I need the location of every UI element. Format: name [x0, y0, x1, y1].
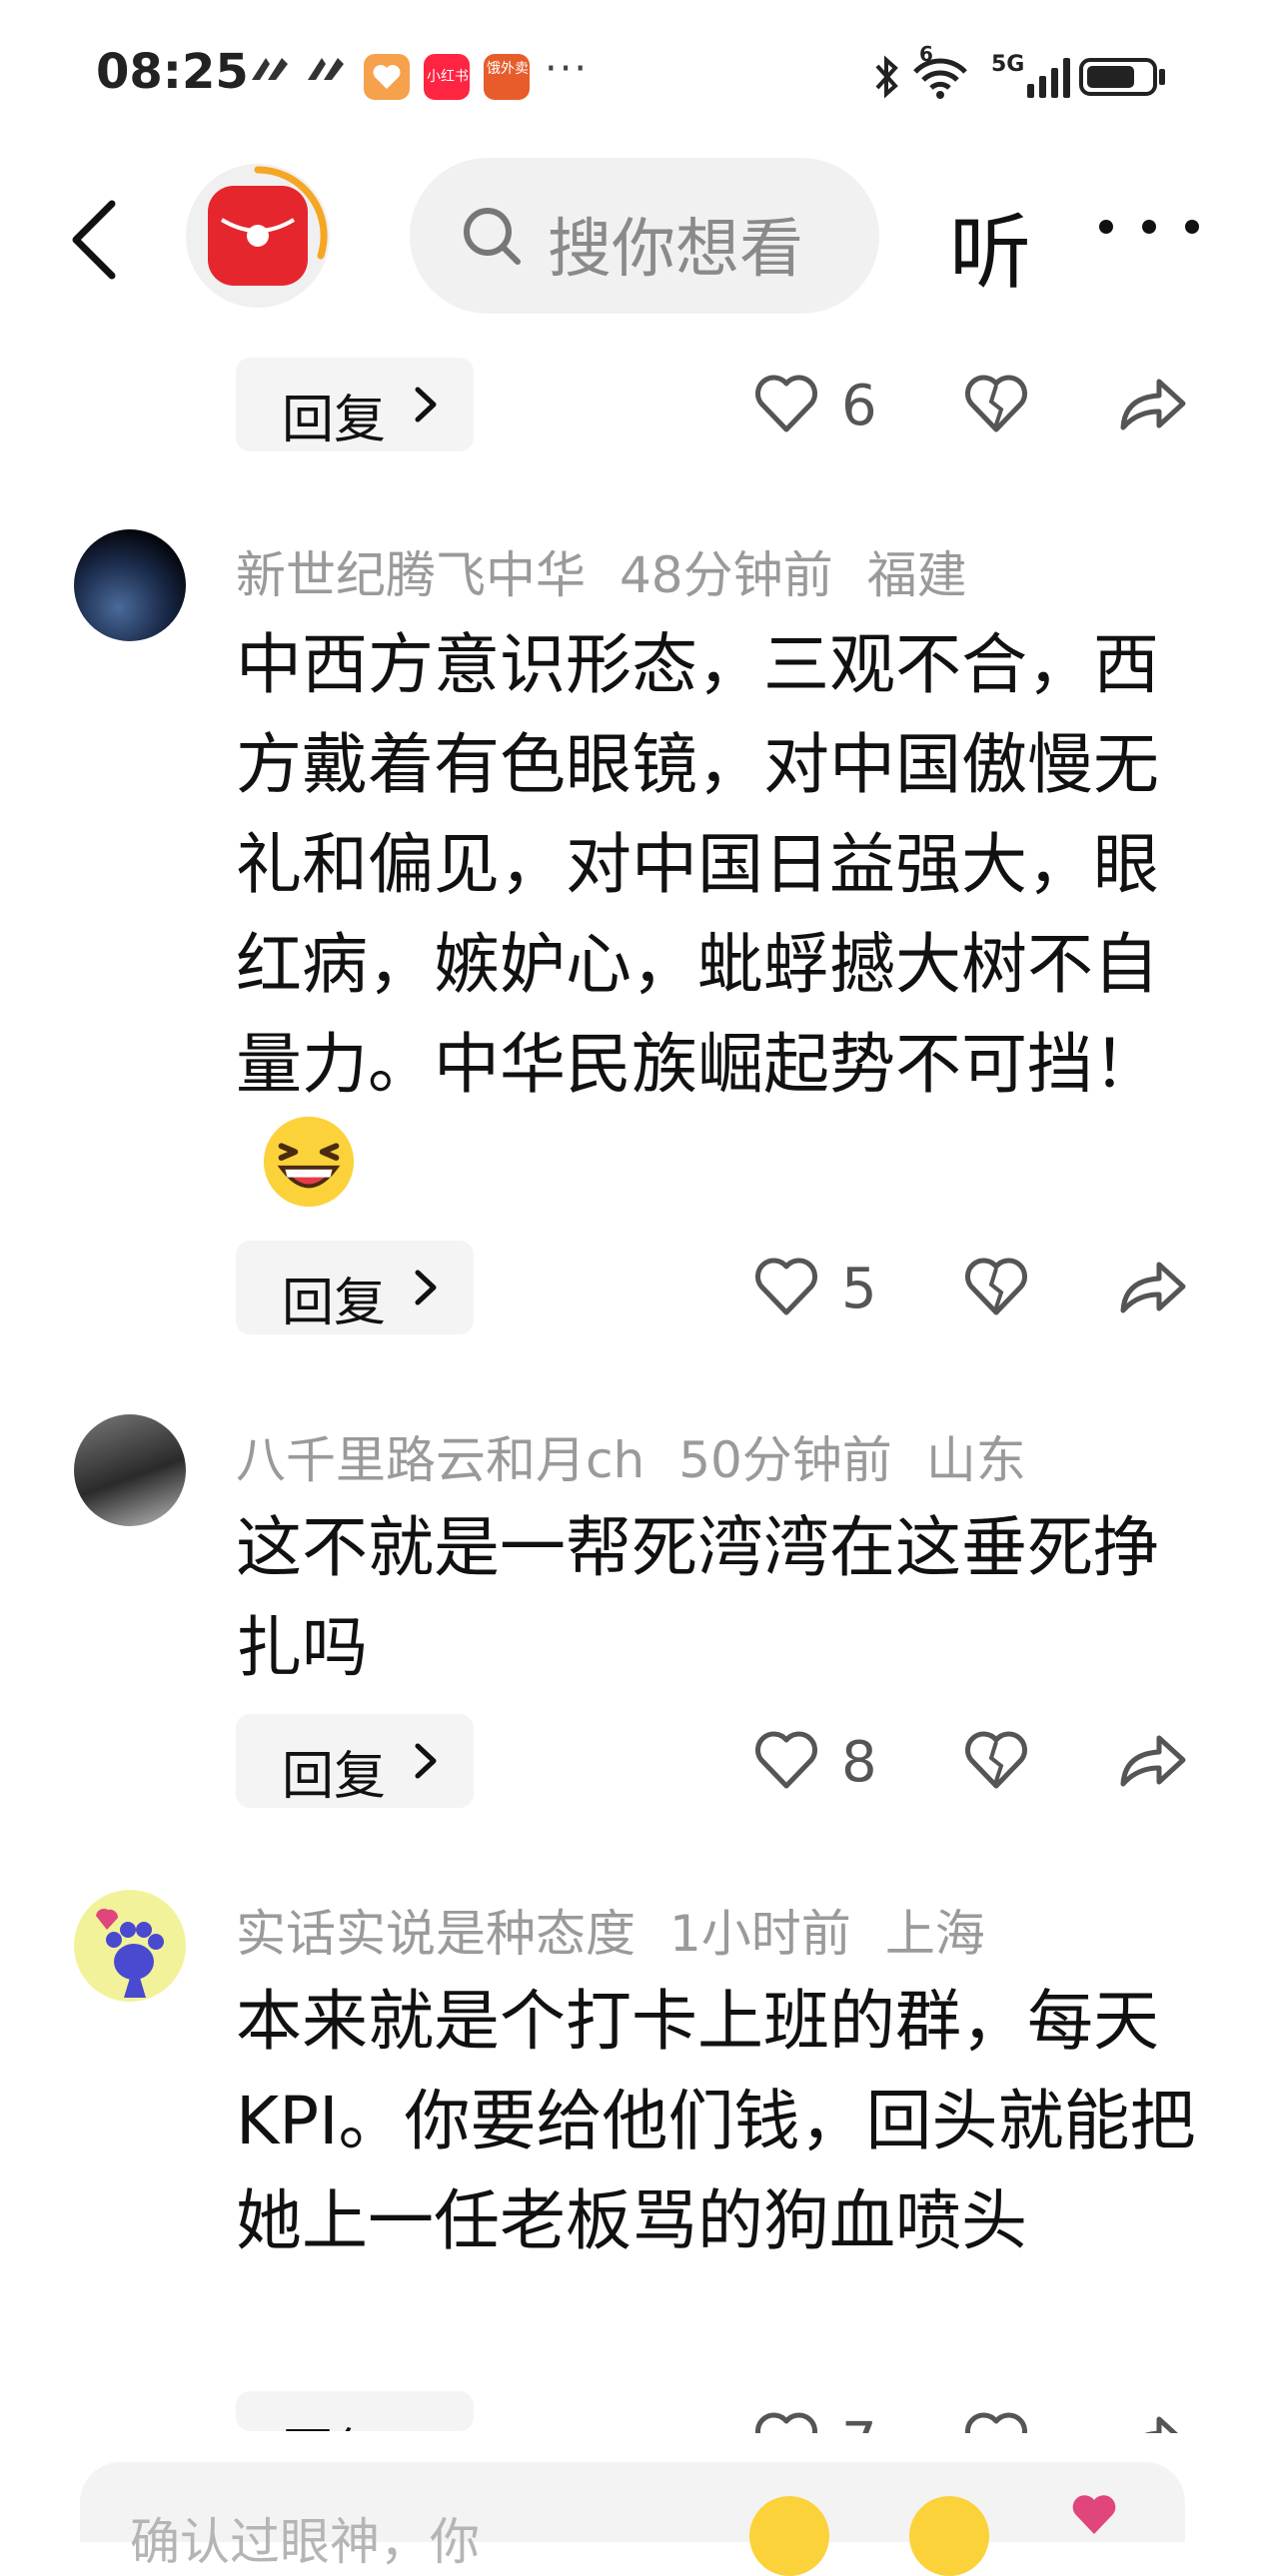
share-arrow-icon: [1144, 2416, 1178, 2433]
heart-icon: [755, 1731, 817, 1789]
heart-icon: [755, 2412, 817, 2433]
takeout-app-icon: 饿外卖: [484, 54, 530, 100]
avatar[interactable]: [74, 1890, 186, 2002]
share-button[interactable]: [1115, 1243, 1197, 1332]
reply-label: 回复: [282, 1274, 387, 1333]
avatar[interactable]: [74, 1414, 186, 1526]
heart-icon: [755, 375, 817, 432]
reply-button[interactable]: 回复: [236, 1714, 474, 1808]
status-bar: 08:25 小红书 饿外卖 ··· 6 5G: [0, 0, 1263, 150]
username[interactable]: 实话实说是种态度: [236, 1905, 635, 1963]
app-badge-label: 小红书: [427, 69, 469, 85]
battery-fill: [1087, 66, 1134, 88]
dislike-button[interactable]: [957, 360, 1037, 449]
comment-time: 48分钟前: [620, 546, 833, 604]
share-button[interactable]: [1115, 1716, 1197, 1806]
broken-heart-icon: [965, 2412, 1027, 2433]
comment-meta: 新世纪腾飞中华 48分钟前 福建: [236, 535, 967, 607]
comment-location: 福建: [866, 546, 967, 604]
comment-input-placeholder: 确认过眼神，你: [130, 2513, 480, 2571]
avatar[interactable]: [74, 529, 186, 641]
paw-icon: [96, 1908, 164, 1998]
chevron-right-icon: [415, 387, 437, 423]
broken-heart-icon: [965, 1258, 1027, 1315]
emoji-laugh-icon[interactable]: [749, 2496, 829, 2576]
broken-heart-icon: [965, 375, 1027, 432]
like-count: 5: [841, 1257, 877, 1321]
share-arrow-icon: [1120, 379, 1186, 430]
comment-location: 上海: [884, 1905, 985, 1963]
heart-emoji-icon[interactable]: [1069, 2490, 1119, 2540]
red-packet-button[interactable]: [186, 164, 330, 308]
search-bar[interactable]: 搜你想看: [410, 158, 879, 314]
red-packet-icon: [208, 186, 308, 286]
network-type: 5G: [991, 52, 1025, 77]
heart-icon: [755, 1258, 817, 1315]
comment-body: 中西方意识形态，三观不合，西方戴着有色眼镜，对中国傲慢无礼和偏见，对中国日益强大…: [236, 626, 1159, 1103]
share-arrow-icon: [1120, 1262, 1186, 1313]
share-button[interactable]: [1115, 2397, 1197, 2433]
share-button[interactable]: [1115, 360, 1197, 449]
emoji-cry-icon[interactable]: [909, 2496, 989, 2576]
app-badge-label: 饿外卖: [487, 61, 529, 77]
comment-meta: 实话实说是种态度 1小时前 上海: [236, 1894, 985, 1966]
dislike-button[interactable]: [957, 2397, 1037, 2433]
like-count: 8: [841, 1730, 877, 1795]
status-more: ···: [545, 46, 590, 92]
reply-button[interactable]: 回复: [236, 1241, 474, 1334]
username[interactable]: 八千里路云和月ch: [236, 1431, 644, 1489]
dislike-button[interactable]: [957, 1243, 1037, 1332]
back-button[interactable]: [60, 190, 140, 290]
like-button[interactable]: 5: [753, 1243, 903, 1332]
dislike-button[interactable]: [957, 1716, 1037, 1806]
top-nav: 搜你想看 听: [0, 150, 1263, 330]
comment-input[interactable]: 确认过眼神，你: [80, 2462, 1185, 2576]
comment-text: 中西方意识形态，三观不合，西方戴着有色眼镜，对中国傲慢无礼和偏见，对中国日益强大…: [236, 615, 1205, 1215]
battery-icon: [1079, 58, 1157, 96]
notification-icon: [248, 50, 292, 100]
wifi-label: 6: [919, 42, 933, 66]
xiaohongshu-app-icon: 小红书: [424, 54, 470, 100]
search-placeholder: 搜你想看: [548, 213, 803, 287]
battery-tip: [1159, 69, 1165, 85]
wifi-icon: 6: [909, 42, 971, 104]
status-time: 08:25: [96, 44, 249, 100]
username[interactable]: 新世纪腾飞中华: [236, 546, 586, 604]
chevron-right-icon: [415, 1270, 437, 1305]
listen-button[interactable]: 听: [949, 186, 1031, 305]
like-button[interactable]: 6: [753, 360, 903, 449]
search-icon: [464, 208, 521, 265]
comment-text: 本来就是个打卡上班的群，每天KPI。你要给他们钱，回头就能把她上一任老板骂的狗血…: [236, 1983, 1196, 2259]
more-options-button[interactable]: [1099, 216, 1199, 246]
like-button[interactable]: 8: [753, 1716, 903, 1806]
health-app-icon: [364, 54, 410, 100]
reply-button[interactable]: 回复: [236, 2391, 474, 2431]
comment-meta: 八千里路云和月ch 50分钟前 山东: [236, 1420, 1026, 1492]
comment-location: 山东: [925, 1431, 1026, 1489]
more-dot-icon: [1099, 220, 1113, 234]
reply-label: 回复: [282, 2411, 386, 2431]
reply-button[interactable]: 回复: [236, 358, 474, 451]
comment-text: 这不就是一帮死湾湾在这垂死挣扎吗: [236, 1509, 1159, 1686]
share-arrow-icon: [1120, 1735, 1186, 1787]
broken-heart-icon: [965, 1731, 1027, 1789]
more-dot-icon: [1142, 220, 1156, 234]
notification-icon: [304, 50, 348, 100]
laughing-face-icon: [263, 1116, 355, 1208]
back-arrow-icon: [72, 200, 116, 280]
like-button[interactable]: 7: [753, 2397, 903, 2433]
chevron-right-icon: [415, 1743, 437, 1779]
comment-time: 1小时前: [669, 1905, 851, 1963]
more-dot-icon: [1185, 220, 1199, 234]
reply-label: 回复: [282, 1747, 387, 1807]
like-count: 6: [841, 374, 877, 438]
bluetooth-icon: [869, 54, 903, 104]
reply-label: 回复: [282, 391, 387, 450]
like-count: 7: [841, 2411, 877, 2433]
comment-time: 50分钟前: [678, 1431, 892, 1489]
